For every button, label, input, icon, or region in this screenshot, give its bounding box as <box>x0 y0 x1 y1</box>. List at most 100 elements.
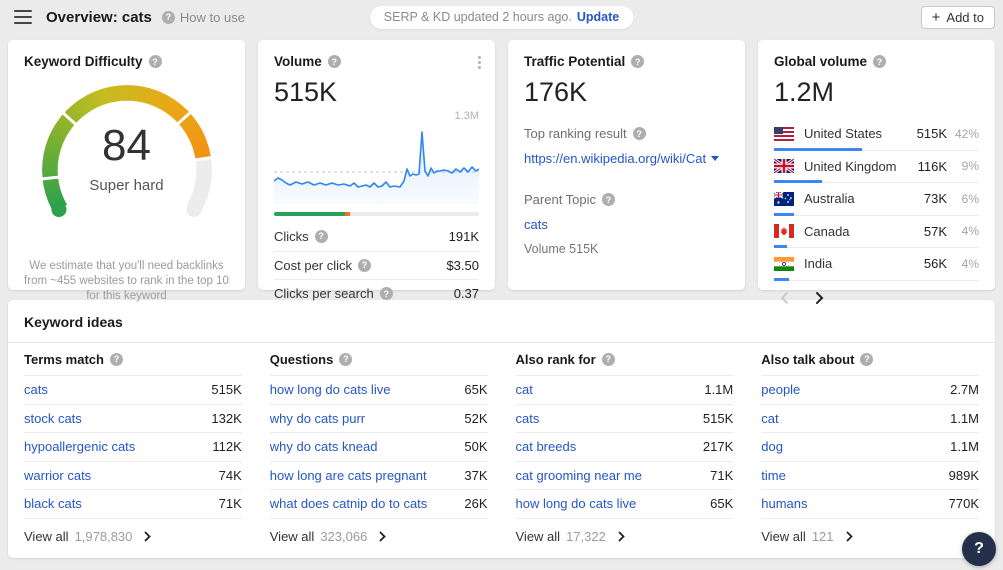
volume-help-icon[interactable] <box>328 55 341 68</box>
country-percent: 42% <box>947 127 979 141</box>
keyword-link[interactable]: stock cats <box>24 411 82 426</box>
how-to-use-label: How to use <box>180 10 245 25</box>
next-page-icon[interactable] <box>815 291 824 305</box>
top-ranking-url-link[interactable]: https://en.wikipedia.org/wiki/Cat <box>524 151 719 166</box>
view-all-count: 1,978,830 <box>75 529 133 544</box>
view-all-questions[interactable]: View all 323,066 <box>270 519 488 555</box>
chevron-right-icon <box>379 531 386 542</box>
caret-down-icon <box>711 156 719 161</box>
country-row-united-kingdom: United Kingdom 116K 9% <box>774 151 979 184</box>
keyword-link[interactable]: dog <box>761 439 783 454</box>
keyword-link[interactable]: why do cats purr <box>270 411 365 426</box>
keyword-difficulty-card: Keyword Difficulty 84 Super hard We esti… <box>8 40 245 290</box>
column-header: Also talk about <box>761 352 854 367</box>
parent-topic-label: Parent Topic <box>524 192 596 207</box>
keyword-link[interactable]: hypoallergenic cats <box>24 439 135 454</box>
gv-help-icon[interactable] <box>873 55 886 68</box>
keyword-volume: 65K <box>710 496 733 511</box>
cpc-help-icon[interactable] <box>358 259 371 272</box>
keyword-volume: 989K <box>949 468 979 483</box>
keyword-volume: 217K <box>703 439 733 454</box>
keyword-volume: 65K <box>464 382 487 397</box>
also-rank-for-help-icon[interactable] <box>602 353 615 366</box>
column-terms-match: Terms match cats515K stock cats132K hypo… <box>24 343 242 555</box>
cpc-label: Cost per click <box>274 258 352 273</box>
clicks-row: Clicks 191K <box>274 222 479 251</box>
keyword-link[interactable]: cat <box>761 411 778 426</box>
column-header: Questions <box>270 352 334 367</box>
keyword-ideas-grid: Terms match cats515K stock cats132K hypo… <box>8 343 995 555</box>
keyword-link[interactable]: how long are cats pregnant <box>270 468 427 483</box>
parent-topic-link[interactable]: cats <box>524 217 548 232</box>
view-all-terms-match[interactable]: View all 1,978,830 <box>24 519 242 555</box>
keyword-link[interactable]: black cats <box>24 496 82 511</box>
country-volume: 57K <box>924 224 947 239</box>
clicks-help-icon[interactable] <box>315 230 328 243</box>
terms-match-help-icon[interactable] <box>110 353 123 366</box>
questions-help-icon[interactable] <box>339 353 352 366</box>
flag-india-icon <box>774 257 794 271</box>
country-percent: 6% <box>947 192 979 206</box>
also-talk-about-help-icon[interactable] <box>860 353 873 366</box>
keyword-ideas-card: Keyword ideas Terms match cats515K stock… <box>8 300 995 558</box>
column-questions: Questions how long do cats live 65K why d… <box>270 343 488 555</box>
keyword-volume: 50K <box>464 439 487 454</box>
country-name: United Kingdom <box>804 159 897 174</box>
help-bubble-button[interactable]: ? <box>962 532 996 566</box>
keyword-link[interactable]: warrior cats <box>24 468 91 483</box>
kd-help-icon[interactable] <box>149 55 162 68</box>
country-share-bar <box>774 180 822 183</box>
keyword-volume: 1.1M <box>704 382 733 397</box>
country-list: United States 515K 42% United Kingdom 11… <box>774 118 979 281</box>
volume-sparkline <box>274 124 479 204</box>
gv-value: 1.2M <box>774 77 979 108</box>
keyword-link[interactable]: cats <box>516 411 540 426</box>
country-volume: 515K <box>917 126 947 141</box>
add-to-button[interactable]: + Add to <box>921 6 995 29</box>
how-to-use-link[interactable]: How to use <box>162 10 245 25</box>
cpc-row: Cost per click $3.50 <box>274 251 479 280</box>
keyword-volume: 71K <box>710 468 733 483</box>
menu-icon[interactable] <box>14 10 32 24</box>
update-link[interactable]: Update <box>577 10 619 24</box>
keyword-link[interactable]: cats <box>24 382 48 397</box>
keyword-link[interactable]: cat grooming near me <box>516 468 642 483</box>
clicks-ratio-bar[interactable] <box>274 212 479 216</box>
country-row-canada: Canada 57K 4% <box>774 216 979 249</box>
prev-page-icon[interactable] <box>780 291 789 305</box>
kd-title: Keyword Difficulty <box>24 54 143 69</box>
country-pager <box>774 291 979 305</box>
global-volume-card: Global volume 1.2M United States 515K 42… <box>758 40 995 290</box>
tp-title: Traffic Potential <box>524 54 625 69</box>
top-ranking-url: https://en.wikipedia.org/wiki/Cat <box>524 151 706 166</box>
keyword-link[interactable]: time <box>761 468 786 483</box>
keyword-link[interactable]: cat breeds <box>516 439 577 454</box>
keyword-link[interactable]: why do cats knead <box>270 439 378 454</box>
metric-cards: Keyword Difficulty 84 Super hard We esti… <box>8 40 995 290</box>
keyword-link[interactable]: what does catnip do to cats <box>270 496 428 511</box>
keyword-link[interactable]: humans <box>761 496 807 511</box>
flag-united-states-icon <box>774 127 794 141</box>
tp-help-icon[interactable] <box>631 55 644 68</box>
column-header: Terms match <box>24 352 104 367</box>
volume-title: Volume <box>274 54 322 69</box>
kd-gauge: 84 Super hard <box>42 85 212 233</box>
view-all-count: 323,066 <box>320 529 367 544</box>
keyword-link[interactable]: how long do cats live <box>516 496 637 511</box>
country-row-australia: Australia 73K 6% <box>774 183 979 216</box>
view-all-label: View all <box>516 529 561 544</box>
view-all-also-rank-for[interactable]: View all 17,322 <box>516 519 734 555</box>
parent-topic-help-icon[interactable] <box>602 193 615 206</box>
keyword-volume: 1.1M <box>950 411 979 426</box>
keyword-link[interactable]: people <box>761 382 800 397</box>
cpc-value: $3.50 <box>446 258 479 273</box>
country-name: Canada <box>804 224 850 239</box>
top-ranking-help-icon[interactable] <box>633 127 646 140</box>
cps-help-icon[interactable] <box>380 287 393 300</box>
keyword-link[interactable]: cat <box>516 382 533 397</box>
keyword-volume: 770K <box>949 496 979 511</box>
keyword-link[interactable]: how long do cats live <box>270 382 391 397</box>
column-also-talk-about: Also talk about people2.7M cat1.1M dog1.… <box>761 343 979 555</box>
kebab-menu-icon[interactable] <box>478 56 481 59</box>
view-all-also-talk-about[interactable]: View all 121 <box>761 519 979 555</box>
